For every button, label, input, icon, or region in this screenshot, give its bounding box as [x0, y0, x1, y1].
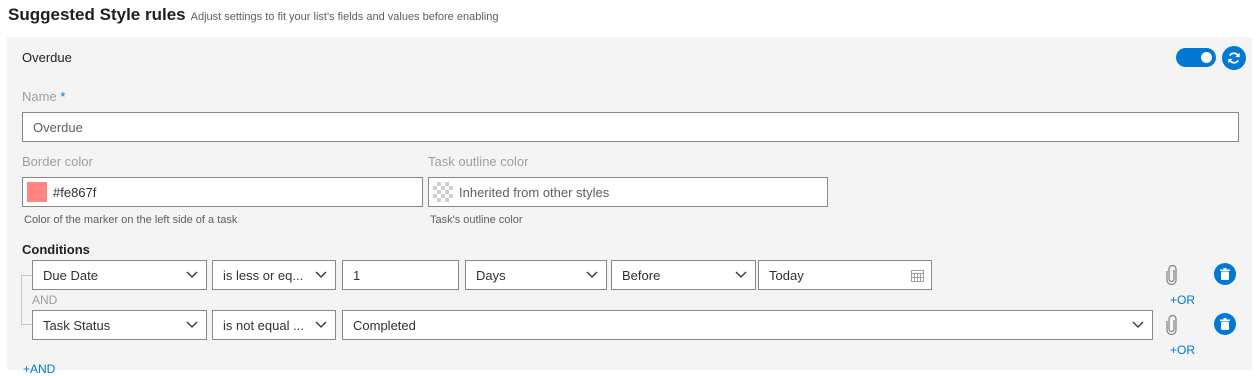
condition-field-dropdown[interactable]: Task Status [32, 310, 207, 340]
chevron-down-icon [727, 271, 755, 279]
toggle-knob [1201, 52, 1212, 63]
chevron-down-icon [1124, 321, 1152, 329]
required-mark: * [60, 89, 66, 104]
border-color-hint: Color of the marker on the left side of … [24, 214, 238, 226]
name-input[interactable]: Overdue [22, 112, 1239, 142]
date-value: Today [769, 267, 804, 283]
rule-title: Overdue [22, 50, 72, 65]
condition-field-dropdown[interactable]: Due Date [32, 260, 207, 290]
outline-color-hint: Task's outline color [430, 214, 523, 226]
condition-unit-dropdown[interactable]: Days [465, 260, 607, 290]
name-field-label: Name * [22, 89, 65, 104]
name-input-value: Overdue [33, 119, 83, 135]
dropdown-value: is not equal ... [223, 317, 304, 333]
section-title: Suggested Style rules [8, 5, 186, 24]
style-rule-card: Overdue Name * Overdue Border color #fe8… [7, 37, 1252, 376]
border-color-swatch[interactable] [27, 182, 47, 202]
paperclip-icon[interactable] [1165, 315, 1179, 335]
add-or-link[interactable]: +OR [1170, 293, 1195, 307]
chevron-down-icon [307, 271, 335, 279]
add-or-link[interactable]: +OR [1170, 343, 1195, 357]
chevron-down-icon [578, 271, 606, 279]
section-header: Suggested Style rules Adjust settings to… [8, 5, 498, 25]
dropdown-value: Task Status [43, 317, 111, 333]
refresh-button[interactable] [1222, 46, 1246, 70]
border-color-label: Border color [22, 154, 93, 169]
and-operator-label: AND [32, 293, 58, 307]
transparent-swatch[interactable] [433, 182, 453, 202]
dropdown-value: Due Date [43, 267, 98, 283]
refresh-icon [1228, 52, 1240, 64]
border-color-value: #fe867f [53, 184, 97, 200]
dropdown-value: Days [476, 267, 506, 283]
border-color-input[interactable]: #fe867f [22, 177, 423, 207]
trash-icon [1220, 268, 1230, 280]
condition-date-picker[interactable]: Today [758, 260, 932, 290]
outline-color-label: Task outline color [428, 154, 529, 169]
section-subtitle: Adjust settings to fit your list's field… [190, 11, 499, 23]
chevron-down-icon [178, 271, 206, 279]
condition-value-dropdown[interactable]: Completed [342, 310, 1153, 340]
outline-color-input[interactable]: Inherited from other styles [428, 177, 828, 207]
condition-operator-dropdown[interactable]: is less or eq... [212, 260, 336, 290]
dropdown-value: Completed [353, 317, 416, 333]
condition-relation-dropdown[interactable]: Before [611, 260, 756, 290]
delete-condition-button[interactable] [1214, 263, 1236, 285]
name-label-text: Name [22, 89, 57, 104]
condition-amount-input[interactable]: 1 [342, 260, 459, 290]
trash-icon [1220, 318, 1230, 330]
input-value: 1 [353, 267, 361, 283]
conditions-label: Conditions [22, 242, 90, 257]
delete-condition-button[interactable] [1214, 313, 1236, 335]
paperclip-icon[interactable] [1165, 265, 1179, 285]
dropdown-value: is less or eq... [223, 267, 304, 283]
chevron-down-icon [307, 321, 335, 329]
chevron-down-icon [178, 321, 206, 329]
dropdown-value: Before [622, 267, 661, 283]
add-and-link[interactable]: +AND [23, 362, 55, 376]
outline-color-value: Inherited from other styles [459, 184, 610, 200]
rule-enabled-toggle[interactable] [1176, 48, 1216, 67]
condition-operator-dropdown[interactable]: is not equal ... [212, 310, 336, 340]
calendar-icon[interactable] [903, 269, 931, 282]
